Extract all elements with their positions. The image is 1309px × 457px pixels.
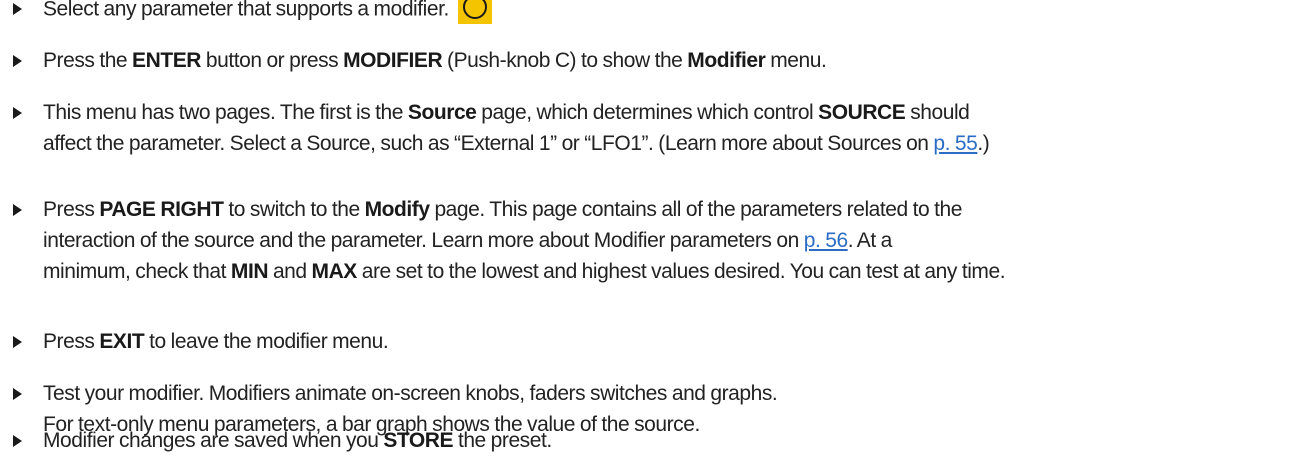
step-text: Modifier changes are saved when you STOR… bbox=[43, 425, 552, 456]
text-run: to leave the modifier menu. bbox=[144, 330, 389, 353]
triangle-bullet-icon bbox=[13, 3, 22, 15]
text-run: Press bbox=[43, 330, 100, 353]
step-text: Press EXIT to leave the modifier menu. bbox=[43, 326, 389, 357]
text-run: (Push-knob C) to show the bbox=[442, 49, 688, 72]
step-text: Select any parameter that supports a mod… bbox=[43, 0, 492, 27]
text-run: and bbox=[268, 260, 312, 283]
list-item: Press the ENTER button or press MODIFIER… bbox=[0, 45, 1300, 76]
emphasized-term: STORE bbox=[383, 429, 454, 452]
text-run: . At a bbox=[847, 229, 893, 252]
text-run: button or press bbox=[200, 49, 344, 72]
text-run: Press the bbox=[43, 49, 133, 72]
step-text: Press the ENTER button or press MODIFIER… bbox=[43, 45, 827, 76]
triangle-bullet-icon bbox=[13, 336, 22, 348]
triangle-bullet-icon bbox=[13, 435, 22, 447]
triangle-bullet-icon bbox=[13, 55, 22, 67]
text-run: page, which determines which control bbox=[476, 101, 819, 124]
emphasized-term: MIN bbox=[230, 260, 269, 283]
list-item: Modifier changes are saved when you STOR… bbox=[0, 425, 1300, 456]
page-reference-link[interactable]: p. 55 bbox=[933, 132, 977, 155]
emphasized-term: Source bbox=[407, 101, 477, 124]
modifier-encoder-icon bbox=[457, 0, 492, 24]
text-run: Modifier changes are saved when you bbox=[43, 429, 384, 452]
emphasized-term: SOURCE bbox=[818, 101, 906, 124]
text-run: are set to the lowest and highest values… bbox=[356, 260, 1006, 283]
text-run: menu. bbox=[765, 49, 827, 72]
emphasized-term: Modify bbox=[364, 198, 430, 221]
list-item: Press EXIT to leave the modifier menu. bbox=[0, 326, 1300, 357]
list-item: Select any parameter that supports a mod… bbox=[0, 0, 1300, 24]
triangle-bullet-icon bbox=[13, 107, 22, 119]
emphasized-term: Modifier bbox=[687, 49, 766, 72]
emphasized-term: EXIT bbox=[99, 330, 145, 353]
triangle-bullet-icon bbox=[13, 388, 22, 400]
text-run: Test your modifier. Modifiers animate on… bbox=[43, 382, 778, 405]
emphasized-term: MODIFIER bbox=[343, 49, 443, 72]
text-run: to switch to the bbox=[223, 198, 365, 221]
text-run: interaction of the source and the parame… bbox=[43, 229, 804, 252]
text-run: Select any parameter that supports a mod… bbox=[43, 0, 454, 21]
text-run: should bbox=[905, 101, 970, 124]
text-run: affect the parameter. Select a Source, s… bbox=[43, 132, 934, 155]
triangle-bullet-icon bbox=[13, 204, 22, 216]
page-reference-link[interactable]: p. 56 bbox=[804, 229, 848, 252]
text-run: This menu has two pages. The first is th… bbox=[43, 101, 408, 124]
emphasized-term: PAGE RIGHT bbox=[99, 198, 224, 221]
knob-ring-icon bbox=[462, 0, 487, 19]
emphasized-term: MAX bbox=[311, 260, 358, 283]
step-text: Press PAGE RIGHT to switch to the Modify… bbox=[43, 194, 1006, 287]
text-run: .) bbox=[977, 132, 990, 155]
text-run: Press bbox=[43, 198, 100, 221]
text-run: minimum, check that bbox=[43, 260, 231, 283]
step-text: This menu has two pages. The first is th… bbox=[43, 97, 990, 159]
emphasized-term: ENTER bbox=[132, 49, 201, 72]
text-run: page. This page contains all of the para… bbox=[429, 198, 962, 221]
list-item: Press PAGE RIGHT to switch to the Modify… bbox=[0, 194, 1300, 287]
text-run: the preset. bbox=[453, 429, 552, 452]
list-item: This menu has two pages. The first is th… bbox=[0, 97, 1300, 159]
